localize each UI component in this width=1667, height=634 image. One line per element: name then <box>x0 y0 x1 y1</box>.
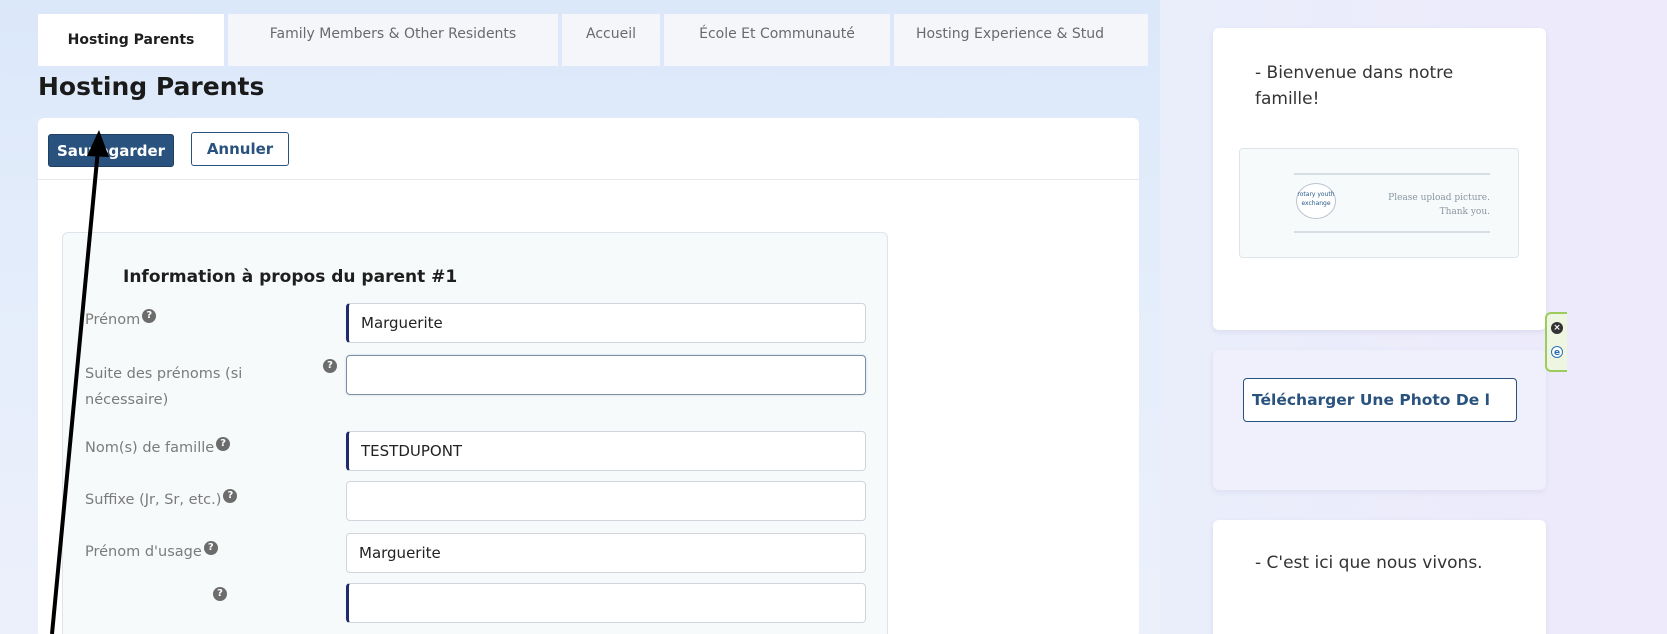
main-card: Sauvegarder Annuler Information à propos… <box>38 118 1139 634</box>
question-circle-icon[interactable]: ? <box>223 489 238 504</box>
question-circle-icon[interactable]: ? <box>216 437 231 452</box>
question-circle-icon[interactable]: ? <box>323 359 337 373</box>
preferred-name-label: Prénom d'usage? <box>85 539 218 565</box>
divider <box>1294 231 1490 233</box>
tab-ecole-communaute[interactable]: École Et Communauté <box>664 14 890 66</box>
rotary-logo: rotary youth exchange <box>1296 183 1336 219</box>
e-circle-icon[interactable]: e <box>1551 346 1563 358</box>
field-label-text: Prénom <box>85 312 141 328</box>
cancel-button[interactable]: Annuler <box>191 132 289 166</box>
tab-bar: Hosting Parents Family Members & Other R… <box>38 14 1152 66</box>
divider <box>1294 173 1490 175</box>
tab-hosting-parents[interactable]: Hosting Parents <box>38 14 224 66</box>
middle-names-input[interactable] <box>346 355 866 395</box>
welcome-text: - Bienvenue dans notre famille! <box>1255 63 1454 109</box>
toolbar: Sauvegarder Annuler <box>38 118 1139 180</box>
page-title: Hosting Parents <box>38 72 265 101</box>
suffix-label: Suffixe (Jr, Sr, etc.)? <box>85 487 238 513</box>
section-title: Information à propos du parent #1 <box>123 267 458 287</box>
field-label-text: Prénom d'usage <box>85 544 202 560</box>
home-card: - C'est ici que nous vivons. <box>1213 520 1546 634</box>
field-label-text: Nom(s) de famille <box>85 440 215 456</box>
first-name-label: Prénom? <box>85 307 157 333</box>
next-field-input[interactable] <box>346 583 866 623</box>
tab-family-members[interactable]: Family Members & Other Residents <box>228 14 558 66</box>
tab-hosting-experience[interactable]: Hosting Experience & Stud <box>894 14 1148 66</box>
welcome-card: - Bienvenue dans notre famille! rotary y… <box>1213 28 1546 330</box>
close-circle-icon[interactable]: × <box>1551 322 1563 334</box>
question-circle-icon[interactable]: ? <box>213 587 227 601</box>
placeholder-text: Please upload picture. Thank you. <box>1388 191 1490 219</box>
tab-accueil[interactable]: Accueil <box>562 14 660 66</box>
placeholder-text-line: Thank you. <box>1439 207 1490 217</box>
side-widget[interactable]: × e <box>1545 312 1567 372</box>
suffix-input[interactable] <box>346 481 866 521</box>
picture-placeholder: rotary youth exchange Please upload pict… <box>1239 148 1519 258</box>
last-name-input[interactable] <box>346 431 866 471</box>
field-label-text: Suffixe (Jr, Sr, etc.) <box>85 492 222 508</box>
save-button[interactable]: Sauvegarder <box>48 134 174 167</box>
parent-info-panel: Information à propos du parent #1 Prénom… <box>62 232 888 634</box>
question-circle-icon[interactable]: ? <box>203 541 218 556</box>
last-name-label: Nom(s) de famille? <box>85 435 231 461</box>
preferred-name-input[interactable] <box>346 533 866 573</box>
field-label-text: Suite des prénoms (si nécessaire) <box>85 366 243 408</box>
middle-names-label: Suite des prénoms (si nécessaire) <box>85 361 275 413</box>
home-text: - C'est ici que nous vivons. <box>1255 553 1483 573</box>
upload-card: Télécharger Une Photo De l <box>1213 350 1546 490</box>
upload-photo-button[interactable]: Télécharger Une Photo De l <box>1243 378 1517 422</box>
placeholder-text-line: Please upload picture. <box>1388 193 1490 203</box>
first-name-input[interactable] <box>346 303 866 343</box>
question-circle-icon[interactable]: ? <box>142 309 157 324</box>
